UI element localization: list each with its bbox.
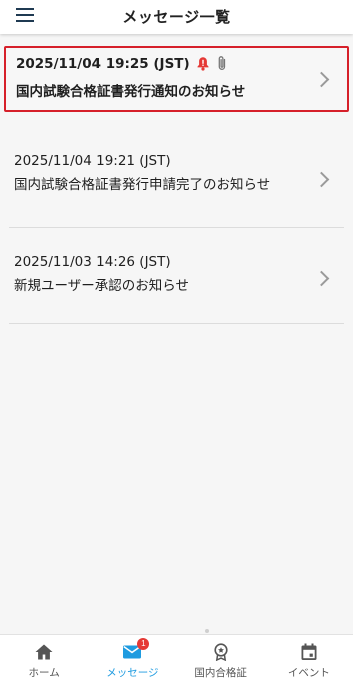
tab-home[interactable]: ホーム [0, 635, 88, 683]
message-item[interactable]: 2025/11/03 14:26 (JST) 新規ユーザー承認のお知らせ [9, 228, 344, 324]
scroll-indicator-dot [205, 629, 209, 633]
message-list: 2025/11/04 19:25 (JST) 国内試験合格証書発行通知のお知らせ… [0, 38, 353, 324]
message-header-row: 2025/11/04 19:25 (JST) [16, 55, 228, 72]
calendar-icon [299, 643, 319, 661]
app-header: メッセージ一覧 [0, 0, 353, 34]
bottom-tab-bar: ホーム 1 メッセージ 国内合格証 イベント [0, 634, 353, 683]
chevron-right-icon [313, 71, 330, 88]
tab-messages[interactable]: 1 メッセージ [88, 635, 176, 683]
alert-bell-icon [196, 56, 210, 71]
unread-count-badge: 1 [137, 638, 150, 650]
message-item-unread[interactable]: 2025/11/04 19:25 (JST) 国内試験合格証書発行通知のお知らせ [4, 46, 349, 112]
message-subject: 国内試験合格証書発行申請完了のお知らせ [14, 177, 271, 193]
chevron-right-icon [313, 171, 330, 188]
award-icon [211, 643, 231, 662]
tab-events[interactable]: イベント [265, 635, 353, 683]
message-timestamp: 2025/11/04 19:21 (JST) [14, 153, 171, 169]
home-icon [34, 643, 54, 661]
tab-label: メッセージ [106, 667, 159, 679]
message-timestamp: 2025/11/04 19:25 (JST) [16, 55, 190, 72]
message-subject: 国内試験合格証書発行通知のお知らせ [16, 84, 246, 100]
tab-label: イベント [287, 667, 330, 679]
message-item[interactable]: 2025/11/04 19:21 (JST) 国内試験合格証書発行申請完了のお知… [9, 125, 344, 228]
tab-certificate[interactable]: 国内合格証 [177, 635, 265, 683]
chevron-right-icon [313, 270, 330, 287]
tab-label: 国内合格証 [194, 667, 247, 679]
attachment-paperclip-icon [216, 55, 228, 72]
tab-label: ホーム [28, 667, 60, 679]
message-timestamp: 2025/11/03 14:26 (JST) [14, 254, 171, 270]
message-subject: 新規ユーザー承認のお知らせ [14, 278, 189, 294]
page-title: メッセージ一覧 [122, 8, 231, 26]
